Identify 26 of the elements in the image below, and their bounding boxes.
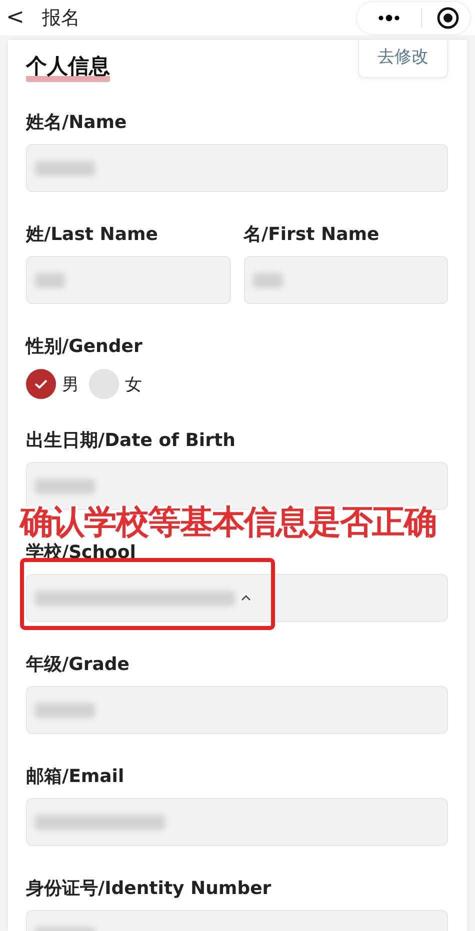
field-label: 年级/Grade bbox=[26, 653, 130, 677]
check-icon bbox=[34, 379, 48, 389]
back-button[interactable]: < bbox=[6, 6, 34, 28]
field-label: 性别/Gender bbox=[26, 335, 142, 359]
select-field[interactable] bbox=[26, 574, 448, 622]
page-title: 报名 bbox=[42, 6, 81, 30]
field-label: 邮箱/Email bbox=[26, 765, 124, 789]
radio-button[interactable] bbox=[26, 369, 56, 399]
input-field[interactable] bbox=[244, 256, 448, 304]
radio-label: 女 bbox=[125, 374, 142, 396]
input-field[interactable] bbox=[26, 144, 448, 192]
edit-button[interactable]: 去修改 bbox=[358, 40, 448, 78]
field-label: 姓名/Name bbox=[26, 111, 127, 135]
field-label: 姓/Last Name bbox=[26, 223, 158, 247]
input-field[interactable] bbox=[26, 686, 448, 734]
annotation-text: 确认学校等基本信息是否正确 bbox=[20, 501, 436, 542]
field-label: 名/First Name bbox=[244, 223, 380, 247]
section-title: 个人信息 bbox=[26, 52, 110, 82]
radio-button[interactable] bbox=[89, 369, 119, 399]
target-icon[interactable] bbox=[436, 6, 460, 30]
input-field[interactable] bbox=[26, 798, 448, 846]
caret-icon bbox=[241, 595, 251, 601]
input-field[interactable] bbox=[26, 256, 230, 304]
radio-label: 男 bbox=[62, 374, 79, 396]
field-label: 出生日期/Date of Birth bbox=[26, 429, 236, 453]
field-label: 身份证号/Identity Number bbox=[26, 877, 272, 901]
